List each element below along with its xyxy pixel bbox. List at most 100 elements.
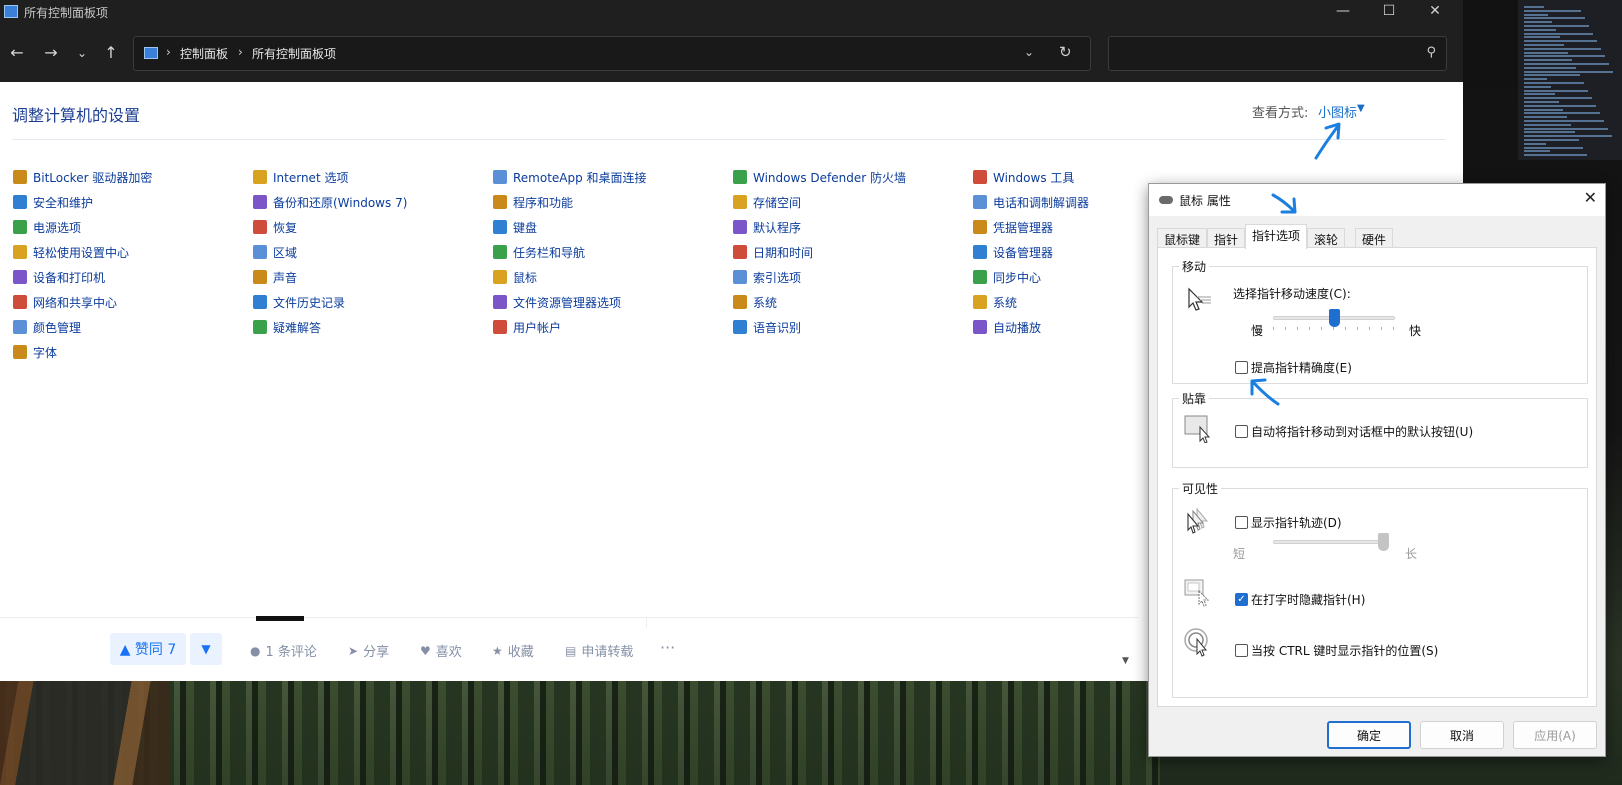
show-location-label[interactable]: 当按 CTRL 键时显示指针的位置(S) <box>1251 642 1438 659</box>
downvote-button[interactable]: ▼ <box>190 633 222 665</box>
control-panel-item-icon <box>973 220 987 234</box>
maximize-button[interactable]: ☐ <box>1366 0 1412 25</box>
hide-while-typing-checkbox[interactable]: ✓ <box>1235 593 1248 606</box>
control-panel-item[interactable]: 轻松使用设置中心 <box>13 242 129 262</box>
apply-button[interactable]: 应用(A) <box>1513 721 1597 749</box>
comment-button[interactable]: ● 1 条评论 <box>250 641 317 661</box>
annotation-arrow-icon <box>1314 122 1341 160</box>
dialog-close-button[interactable]: ✕ <box>1584 188 1597 207</box>
control-panel-item[interactable]: 任务栏和导航 <box>493 242 585 262</box>
control-panel-item[interactable]: 网络和共享中心 <box>13 292 117 312</box>
control-panel-item[interactable]: 设备管理器 <box>973 242 1053 262</box>
control-panel-item[interactable]: 文件历史记录 <box>253 292 345 312</box>
like-button[interactable]: ♥ 喜欢 <box>420 641 462 661</box>
control-panel-item[interactable]: 存储空间 <box>733 192 801 212</box>
more-button[interactable]: ··· <box>660 638 675 657</box>
control-panel-item-label: 电源选项 <box>33 220 82 235</box>
pointer-trails-label[interactable]: 显示指针轨迹(D) <box>1251 514 1342 531</box>
control-panel-item-icon <box>973 295 987 309</box>
caret-down-icon[interactable]: ▼ <box>1357 103 1365 114</box>
control-panel-item[interactable]: 恢复 <box>253 217 297 237</box>
search-box[interactable]: ⚲ <box>1108 36 1447 71</box>
control-panel-item[interactable]: Windows Defender 防火墙 <box>733 167 906 187</box>
slider-thumb[interactable] <box>1329 309 1340 327</box>
trails-length-slider[interactable] <box>1273 533 1389 563</box>
control-panel-item[interactable]: 字体 <box>13 342 57 362</box>
breadcrumb-control-panel[interactable]: 控制面板 <box>180 45 228 62</box>
control-panel-item[interactable]: 日期和时间 <box>733 242 813 262</box>
favorite-button[interactable]: ★ 收藏 <box>492 641 534 661</box>
tab-pointer-options[interactable]: 指针选项 <box>1245 224 1308 249</box>
control-panel-item-label: 索引选项 <box>753 270 802 285</box>
up-button[interactable]: ↑ <box>99 41 123 65</box>
control-panel-item[interactable]: 声音 <box>253 267 297 287</box>
address-box[interactable]: › 控制面板 › 所有控制面板项 ⌄ ↻ <box>133 36 1091 71</box>
breadcrumb-all-items[interactable]: 所有控制面板项 <box>252 45 336 62</box>
slider-tick <box>1393 327 1394 330</box>
code-line <box>1524 112 1600 115</box>
control-panel-item[interactable]: 索引选项 <box>733 267 801 287</box>
control-panel-item-icon <box>733 195 747 209</box>
slider-thumb[interactable] <box>1378 533 1389 551</box>
reprint-button[interactable]: ▤ 申请转载 <box>565 641 633 661</box>
control-panel-item[interactable]: 同步中心 <box>973 267 1041 287</box>
control-panel-item[interactable]: 用户帐户 <box>493 317 561 337</box>
refresh-icon[interactable]: ↻ <box>1059 43 1072 61</box>
control-panel-item[interactable]: 设备和打印机 <box>13 267 105 287</box>
control-panel-item[interactable]: RemoteApp 和桌面连接 <box>493 167 647 187</box>
control-panel-item[interactable]: BitLocker 驱动器加密 <box>13 167 152 187</box>
precision-checkbox[interactable] <box>1235 361 1248 374</box>
tab-pointers[interactable]: 指针 <box>1207 228 1246 248</box>
pointer-speed-slider[interactable] <box>1273 309 1395 339</box>
control-panel-item-icon <box>493 270 507 284</box>
control-panel-item[interactable]: 程序和功能 <box>493 192 573 212</box>
control-panel-item[interactable]: 安全和维护 <box>13 192 93 212</box>
recent-locations-button[interactable]: ⌄ <box>70 41 94 65</box>
control-panel-item[interactable]: Internet 选项 <box>253 167 348 187</box>
chevron-down-icon[interactable]: ⌄ <box>1024 45 1034 59</box>
control-panel-item[interactable]: 系统 <box>733 292 777 312</box>
control-panel-item[interactable]: 鼠标 <box>493 267 537 287</box>
snap-to-checkbox[interactable] <box>1235 425 1248 438</box>
control-panel-item[interactable]: 键盘 <box>493 217 537 237</box>
slider-track <box>1273 540 1389 544</box>
ok-button[interactable]: 确定 <box>1327 721 1411 749</box>
control-panel-item-label: 同步中心 <box>993 270 1042 285</box>
control-panel-item[interactable]: 颜色管理 <box>13 317 81 337</box>
control-panel-item[interactable]: 凭据管理器 <box>973 217 1053 237</box>
control-panel-item[interactable]: 电源选项 <box>13 217 81 237</box>
control-panel-item-icon <box>733 295 747 309</box>
search-input[interactable] <box>1117 43 1407 65</box>
tab-buttons[interactable]: 鼠标键 <box>1157 228 1208 248</box>
search-icon[interactable]: ⚲ <box>1426 45 1436 60</box>
forward-button[interactable]: → <box>39 41 63 65</box>
hide-while-typing-label[interactable]: 在打字时隐藏指针(H) <box>1251 591 1365 608</box>
close-button[interactable]: ✕ <box>1412 0 1458 25</box>
cancel-button[interactable]: 取消 <box>1420 721 1504 749</box>
control-panel-item[interactable]: Windows 工具 <box>973 167 1074 187</box>
show-location-checkbox[interactable] <box>1235 644 1248 657</box>
control-panel-item-icon <box>973 195 987 209</box>
share-button[interactable]: ➤ 分享 <box>348 641 389 661</box>
tab-wheel[interactable]: 滚轮 <box>1307 228 1346 248</box>
snap-to-label[interactable]: 自动将指针移动到对话框中的默认按钮(U) <box>1251 423 1473 440</box>
background-code-editor <box>1518 0 1622 160</box>
control-panel-item[interactable]: 电话和调制解调器 <box>973 192 1089 212</box>
control-panel-item[interactable]: 文件资源管理器选项 <box>493 292 621 312</box>
upvote-button[interactable]: ▲ 赞同 7 <box>110 633 186 665</box>
window-title: 所有控制面板项 <box>24 6 109 20</box>
minimize-button[interactable]: — <box>1320 0 1366 25</box>
control-panel-item[interactable]: 备份和还原(Windows 7) <box>253 192 407 212</box>
control-panel-item[interactable]: 区域 <box>253 242 297 262</box>
control-panel-item[interactable]: 系统 <box>973 292 1017 312</box>
control-panel-item[interactable]: 语音识别 <box>733 317 801 337</box>
control-panel-item[interactable]: 自动播放 <box>973 317 1041 337</box>
scroll-down-icon[interactable]: ▼ <box>1122 656 1129 666</box>
code-line <box>1524 40 1597 43</box>
control-panel-item[interactable]: 默认程序 <box>733 217 801 237</box>
pointer-trails-checkbox[interactable] <box>1235 516 1248 529</box>
back-button[interactable]: ← <box>5 41 29 65</box>
control-panel-item-icon <box>13 170 27 184</box>
tab-hardware[interactable]: 硬件 <box>1355 228 1394 248</box>
control-panel-item[interactable]: 疑难解答 <box>253 317 321 337</box>
